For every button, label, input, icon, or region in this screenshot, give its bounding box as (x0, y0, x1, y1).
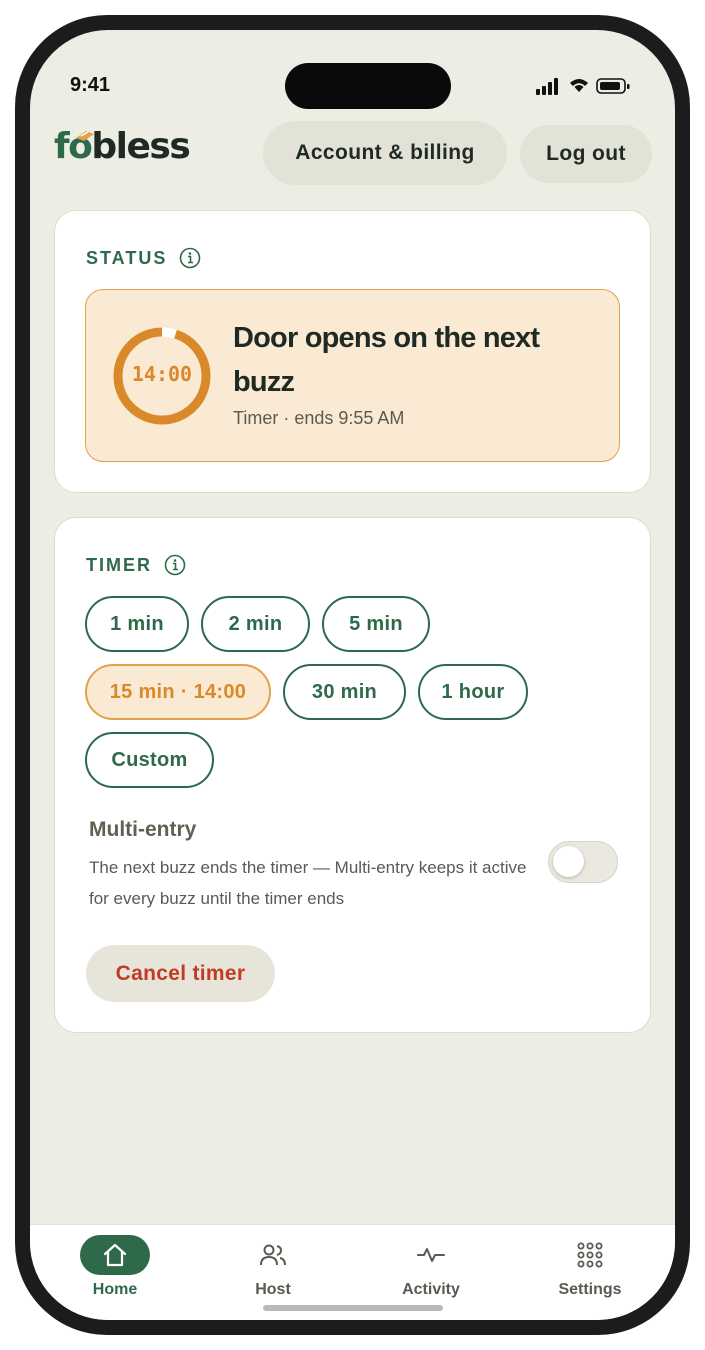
status-card: STATUS 14:00 Door opens on the next buzz… (54, 210, 651, 493)
settings-tab-icon-wrap (555, 1235, 625, 1275)
timer-option-1-min[interactable]: 1 min (85, 596, 189, 652)
activity-icon (417, 1248, 445, 1262)
timer-label: TIMER (86, 554, 152, 575)
info-icon[interactable] (179, 247, 201, 269)
timer-option-5-min[interactable]: 5 min (322, 596, 430, 652)
home-icon (103, 1243, 127, 1267)
multi-entry-title: Multi-entry (89, 818, 197, 841)
status-bar-time: 9:41 (70, 74, 111, 96)
home-tab-icon-wrap (80, 1235, 150, 1275)
status-label: STATUS (86, 247, 168, 268)
logo-suffix: bless (91, 126, 190, 167)
countdown-time: 14:00 (131, 362, 193, 386)
dynamic-island (285, 63, 451, 109)
cancel-timer-button[interactable]: Cancel timer (86, 945, 275, 1002)
status-section-header: STATUS (86, 247, 201, 269)
home-indicator (263, 1305, 443, 1311)
wifi-icon (570, 79, 588, 92)
timer-option-15-min[interactable]: 15 min · 14:00 (85, 664, 271, 720)
phone-frame: 9:41 fobless Account & billing Log out S… (15, 15, 690, 1335)
tab-label-home: Home (92, 1281, 138, 1298)
tab-label-host: Host (255, 1281, 291, 1298)
battery-icon (596, 78, 630, 94)
timer-section-header: TIMER (86, 554, 186, 576)
logout-button[interactable]: Log out (520, 125, 652, 183)
tab-label-activity: Activity (402, 1281, 460, 1298)
grid-icon (577, 1242, 603, 1268)
signal-icon (536, 78, 558, 95)
tab-label-settings: Settings (558, 1281, 622, 1298)
key-fob-icon (76, 131, 94, 141)
tab-home[interactable]: Home (50, 1225, 180, 1320)
host-tab-icon-wrap (238, 1235, 308, 1275)
door-status-banner: 14:00 Door opens on the next buzz Timer … (85, 289, 620, 462)
status-title: Door opens on the next buzz (233, 322, 540, 398)
status-bar-icons (536, 78, 630, 95)
app-screen: 9:41 fobless Account & billing Log out S… (30, 30, 675, 1320)
activity-tab-icon-wrap (396, 1235, 466, 1275)
toggle-knob (553, 846, 584, 877)
info-icon[interactable] (164, 554, 186, 576)
timer-option-30-min[interactable]: 30 min (283, 664, 406, 720)
timer-option-1-hour[interactable]: 1 hour (418, 664, 528, 720)
timer-option-custom[interactable]: Custom (85, 732, 214, 788)
account-billing-button[interactable]: Account & billing (263, 121, 507, 185)
status-subtitle: Timer · ends 9:55 AM (233, 408, 405, 428)
multi-entry-toggle[interactable] (548, 841, 618, 883)
tab-settings[interactable]: Settings (525, 1225, 655, 1320)
users-icon (260, 1244, 286, 1266)
timer-option-2-min[interactable]: 2 min (201, 596, 310, 652)
timer-card: TIMER 1 min 2 min 5 min 15 min · 14:00 3… (54, 517, 651, 1033)
multi-entry-description: The next buzz ends the timer — Multi-ent… (89, 858, 527, 908)
